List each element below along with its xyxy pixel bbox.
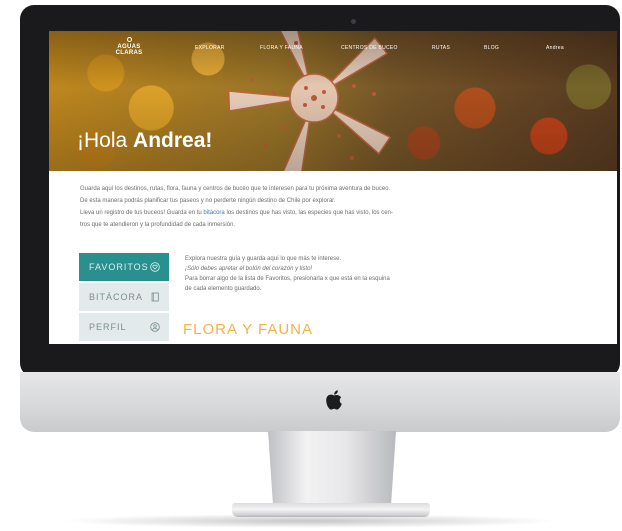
menu-item-bitacora[interactable]: BITÁCORA (79, 283, 169, 311)
favorites-line-2: ¡Sólo debes apretar el botón del corazón… (185, 266, 313, 272)
camera-icon (351, 19, 356, 24)
apple-logo-icon (326, 390, 342, 410)
favorites-description: Explora nuestra guía y guarda aquí lo qu… (185, 254, 455, 294)
side-menu: FAVORITOS BITÁCORA PERFIL (79, 253, 169, 343)
menu-item-perfil[interactable]: PERFIL (79, 313, 169, 341)
screen-content: FAVORITOS BITÁCORA PERFIL Explora nuestr… (49, 31, 617, 344)
heart-circle-icon (150, 262, 160, 272)
menu-label-favoritos: FAVORITOS (89, 262, 149, 272)
favorites-line-3: Para borrar algo de la lista de Favorito… (185, 276, 390, 282)
favorites-line-1: Explora nuestra guía y guarda aquí lo qu… (185, 256, 342, 262)
menu-item-favoritos[interactable]: FAVORITOS (79, 253, 169, 281)
monitor-stand (268, 431, 396, 507)
user-circle-icon (150, 322, 160, 332)
menu-label-bitacora: BITÁCORA (89, 292, 144, 302)
favorites-line-4: de cada elemento guardado. (185, 286, 262, 292)
book-icon (151, 292, 159, 302)
monitor-chin (20, 372, 620, 432)
menu-label-perfil: PERFIL (89, 322, 127, 332)
floor-shadow (60, 514, 560, 528)
section-title: FLORA Y FAUNA (183, 321, 313, 338)
